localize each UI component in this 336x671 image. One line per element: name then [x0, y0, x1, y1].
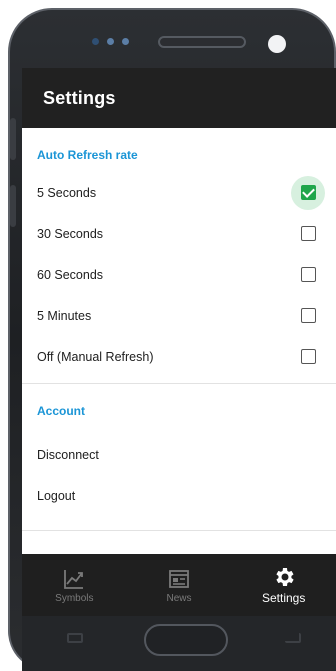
front-camera — [268, 35, 286, 53]
checkbox[interactable] — [301, 226, 316, 241]
option-label: 5 Minutes — [37, 308, 92, 323]
nav-item-symbols[interactable]: Symbols — [22, 554, 127, 616]
sensor-dot — [122, 38, 129, 45]
disconnect-label: Disconnect — [37, 447, 99, 462]
account-disconnect[interactable]: Disconnect — [22, 434, 336, 475]
checkbox[interactable] — [301, 267, 316, 282]
gear-icon — [276, 568, 294, 586]
checkbox-focus-halo — [291, 175, 325, 210]
app-bar: Settings — [22, 68, 336, 128]
earpiece-speaker — [158, 36, 246, 48]
section-title-account: Account — [37, 404, 85, 418]
volume-up-button — [10, 118, 16, 160]
screen: Settings Auto Refresh rate 5 Seconds 30 … — [22, 68, 336, 616]
refresh-option-off[interactable]: Off (Manual Refresh) — [22, 336, 336, 377]
account-logout[interactable]: Logout — [22, 475, 336, 516]
checkbox[interactable] — [301, 308, 316, 323]
option-label: 5 Seconds — [37, 185, 97, 200]
logout-label: Logout — [37, 488, 76, 503]
option-label: 30 Seconds — [37, 226, 104, 241]
sensor-dot — [107, 38, 114, 45]
nav-item-settings[interactable]: Settings — [231, 554, 336, 616]
chart-icon — [64, 569, 84, 589]
sensor-dots — [92, 38, 129, 45]
nav-label: Settings — [262, 591, 306, 605]
refresh-option-60-seconds[interactable]: 60 Seconds — [22, 254, 336, 295]
refresh-option-5-seconds[interactable]: 5 Seconds — [22, 172, 336, 213]
section-divider — [22, 530, 336, 531]
page-title: Settings — [43, 87, 116, 108]
news-icon — [169, 569, 189, 588]
back-key — [285, 633, 301, 643]
home-button — [144, 624, 228, 656]
section-title-refresh: Auto Refresh rate — [37, 148, 138, 162]
checkbox[interactable] — [301, 349, 316, 364]
sensor-dot — [92, 38, 99, 45]
nav-label: News — [166, 592, 192, 604]
checkbox-checked[interactable] — [300, 185, 316, 200]
nav-label: Symbols — [55, 592, 94, 604]
option-label: 60 Seconds — [37, 267, 104, 282]
recent-apps-key — [67, 633, 83, 643]
volume-down-button — [10, 185, 16, 227]
option-label: Off (Manual Refresh) — [37, 349, 154, 364]
refresh-option-5-minutes[interactable]: 5 Minutes — [22, 295, 336, 336]
bottom-nav: Symbols News Settings — [22, 554, 336, 616]
bottom-bezel — [22, 616, 336, 671]
nav-item-news[interactable]: News — [127, 554, 232, 616]
refresh-option-30-seconds[interactable]: 30 Seconds — [22, 213, 336, 254]
